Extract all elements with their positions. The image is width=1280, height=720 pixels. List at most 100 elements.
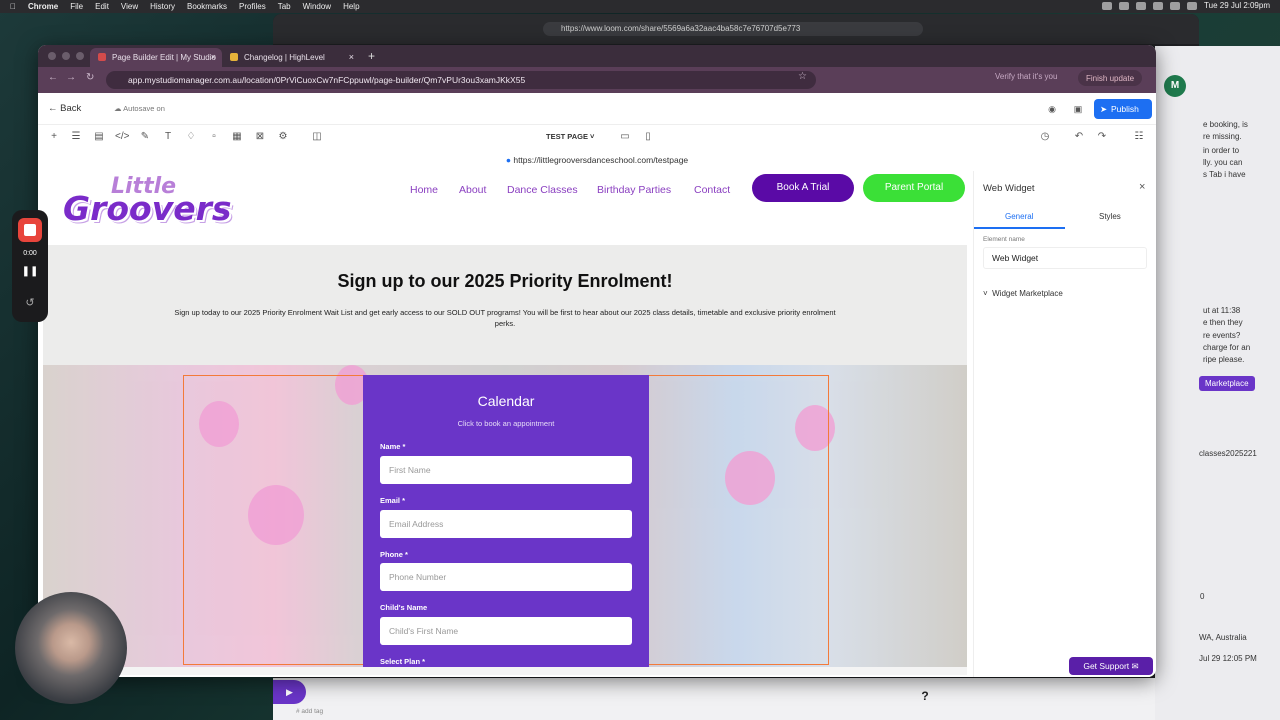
child-name-input[interactable]: Child's First Name [380,617,632,645]
tab-close-icon[interactable]: × [211,52,216,62]
status-icon[interactable] [1102,1,1113,10]
undo-icon[interactable]: ↶ [1072,130,1086,144]
tab-styles[interactable]: Styles [1099,212,1121,221]
search-icon[interactable] [1187,1,1198,10]
pause-icon[interactable]: ❚❚ [12,266,48,277]
layers-icon[interactable]: ☰ [69,130,83,144]
first-name-input[interactable]: First Name [380,456,632,484]
menu-edit[interactable]: Edit [95,2,109,11]
back-arrow-icon[interactable]: ← [48,72,58,83]
chat-text: re missing. [1203,132,1242,141]
chat-text: charge for an [1203,343,1251,352]
date-text: Jul 29 12:05 PM [1199,654,1257,663]
add-tag-link[interactable]: # add tag [296,708,323,715]
window-close-dot[interactable] [48,52,56,60]
back-label: Back [60,103,82,114]
zero-text: 0 [1200,592,1205,601]
menu-window[interactable]: Window [303,2,331,11]
code-icon[interactable]: </> [115,130,129,144]
settings-sliders-icon[interactable]: ☷ [1132,130,1146,144]
menu-view[interactable]: View [121,2,138,11]
nav-about[interactable]: About [459,184,486,196]
preview-url[interactable]: ● https://littlegrooversdanceschool.com/… [38,149,1156,171]
add-element-icon[interactable]: + [47,130,61,144]
phone-label: Phone * [380,550,408,559]
integrations-icon[interactable]: ♢ [184,130,198,144]
settings-icon[interactable]: ⚙ [276,130,290,144]
widget-marketplace-section[interactable]: ˅ Widget Marketplace [983,289,1063,298]
page-selector[interactable]: TEST PAGE ˅ [546,132,594,141]
finish-update-button[interactable]: Finish update [1078,70,1143,86]
builder-toolbar: + ☰ ▤ </> ✎ T ♢ ▫ ▦ ⊠ ⚙ ◫ TEST PAGE ˅ ▭ … [38,125,1156,149]
status-icon[interactable] [1153,1,1164,10]
back-arrow-icon: ← [48,103,61,114]
forward-arrow-icon[interactable]: → [66,72,76,83]
tab-general[interactable]: General [1005,212,1033,221]
close-icon[interactable]: × [1139,181,1145,193]
widget-marketplace-label: Widget Marketplace [992,289,1063,298]
back-button[interactable]: ← Back [48,103,81,114]
canvas-scrollbar[interactable] [43,667,967,675]
element-name-input[interactable]: Web Widget [983,247,1147,269]
wifi-icon[interactable] [1170,1,1181,10]
media-icon[interactable]: ▦ [230,130,244,144]
status-icon[interactable] [1119,1,1130,10]
form-subtitle: Click to book an appointment [457,419,555,428]
preview-eye-icon[interactable]: ◉ [1044,101,1060,117]
window-minimize-dot[interactable] [62,52,70,60]
restart-icon[interactable]: ↺ [12,296,48,309]
menu-file[interactable]: File [70,2,83,11]
terminal-icon[interactable]: ⊠ [253,130,267,144]
bookmark-star-icon[interactable]: ☆ [798,71,807,82]
avatar[interactable]: M [1164,75,1186,97]
menubar-clock[interactable]: Tue 29 Jul 2:09pm [1204,1,1270,10]
verify-identity-text[interactable]: Verify that it's you [995,72,1057,81]
paint-icon[interactable]: ✎ [138,130,152,144]
status-icons: Tue 29 Jul 2:09pm [1102,1,1270,10]
status-icon[interactable] [1136,1,1147,10]
omnibox[interactable]: app.mystudiomanager.com.au/location/0PrV… [106,71,816,89]
nav-birthday-parties[interactable]: Birthday Parties [597,184,671,196]
tab-page-builder[interactable]: Page Builder Edit | My Studio × [90,48,222,67]
loom-url-bar[interactable]: https://www.loom.com/share/5569a6a32aac4… [543,22,923,36]
desktop-view-icon[interactable]: ▭ [618,130,632,144]
chevron-down-icon: ˅ [983,289,993,298]
apple-icon[interactable]:  [10,2,16,11]
webcam-bubble[interactable] [15,592,127,704]
split-view-icon[interactable]: ◫ [310,130,324,144]
nav-dance-classes[interactable]: Dance Classes [507,184,578,196]
video-camera-button[interactable]: ▶ [273,680,306,704]
mobile-view-icon[interactable]: ▯ [641,130,655,144]
child-name-label: Child's Name [380,603,428,612]
get-support-button[interactable]: Get Support ✉ [1069,657,1153,675]
menu-history[interactable]: History [150,2,175,11]
history-icon[interactable]: ◷ [1038,130,1052,144]
reload-icon[interactable]: ↻ [86,72,94,83]
marketplace-chip[interactable]: Marketplace [1199,376,1255,391]
stop-recording-button[interactable] [18,218,42,242]
new-tab-button[interactable]: + [368,49,375,63]
publish-button[interactable]: ➤ Publish [1094,99,1152,119]
chat-text: re events? [1203,331,1241,340]
parent-portal-button[interactable]: Parent Portal [863,174,965,202]
menu-help[interactable]: Help [343,2,359,11]
menu-app[interactable]: Chrome [28,2,58,11]
forms-icon[interactable]: ▫ [207,130,221,144]
window-zoom-dot[interactable] [76,52,84,60]
nav-home[interactable]: Home [410,184,438,196]
book-trial-button[interactable]: Book A Trial [752,174,854,202]
nav-contact[interactable]: Contact [694,184,730,196]
save-icon[interactable]: ▣ [1070,101,1086,117]
tab-changelog[interactable]: Changelog | HighLevel × [222,48,360,67]
menu-bookmarks[interactable]: Bookmarks [187,2,227,11]
tab-close-icon[interactable]: × [349,52,354,62]
menu-tab[interactable]: Tab [278,2,291,11]
help-button[interactable]: ? [914,686,936,706]
email-input[interactable]: Email Address [380,510,632,538]
phone-input[interactable]: Phone Number [380,563,632,591]
pages-icon[interactable]: ▤ [92,130,106,144]
page-canvas[interactable]: Little Groovers Home About Dance Classes… [43,171,967,667]
text-icon[interactable]: T [161,130,175,144]
redo-icon[interactable]: ↷ [1095,130,1109,144]
menu-profiles[interactable]: Profiles [239,2,266,11]
